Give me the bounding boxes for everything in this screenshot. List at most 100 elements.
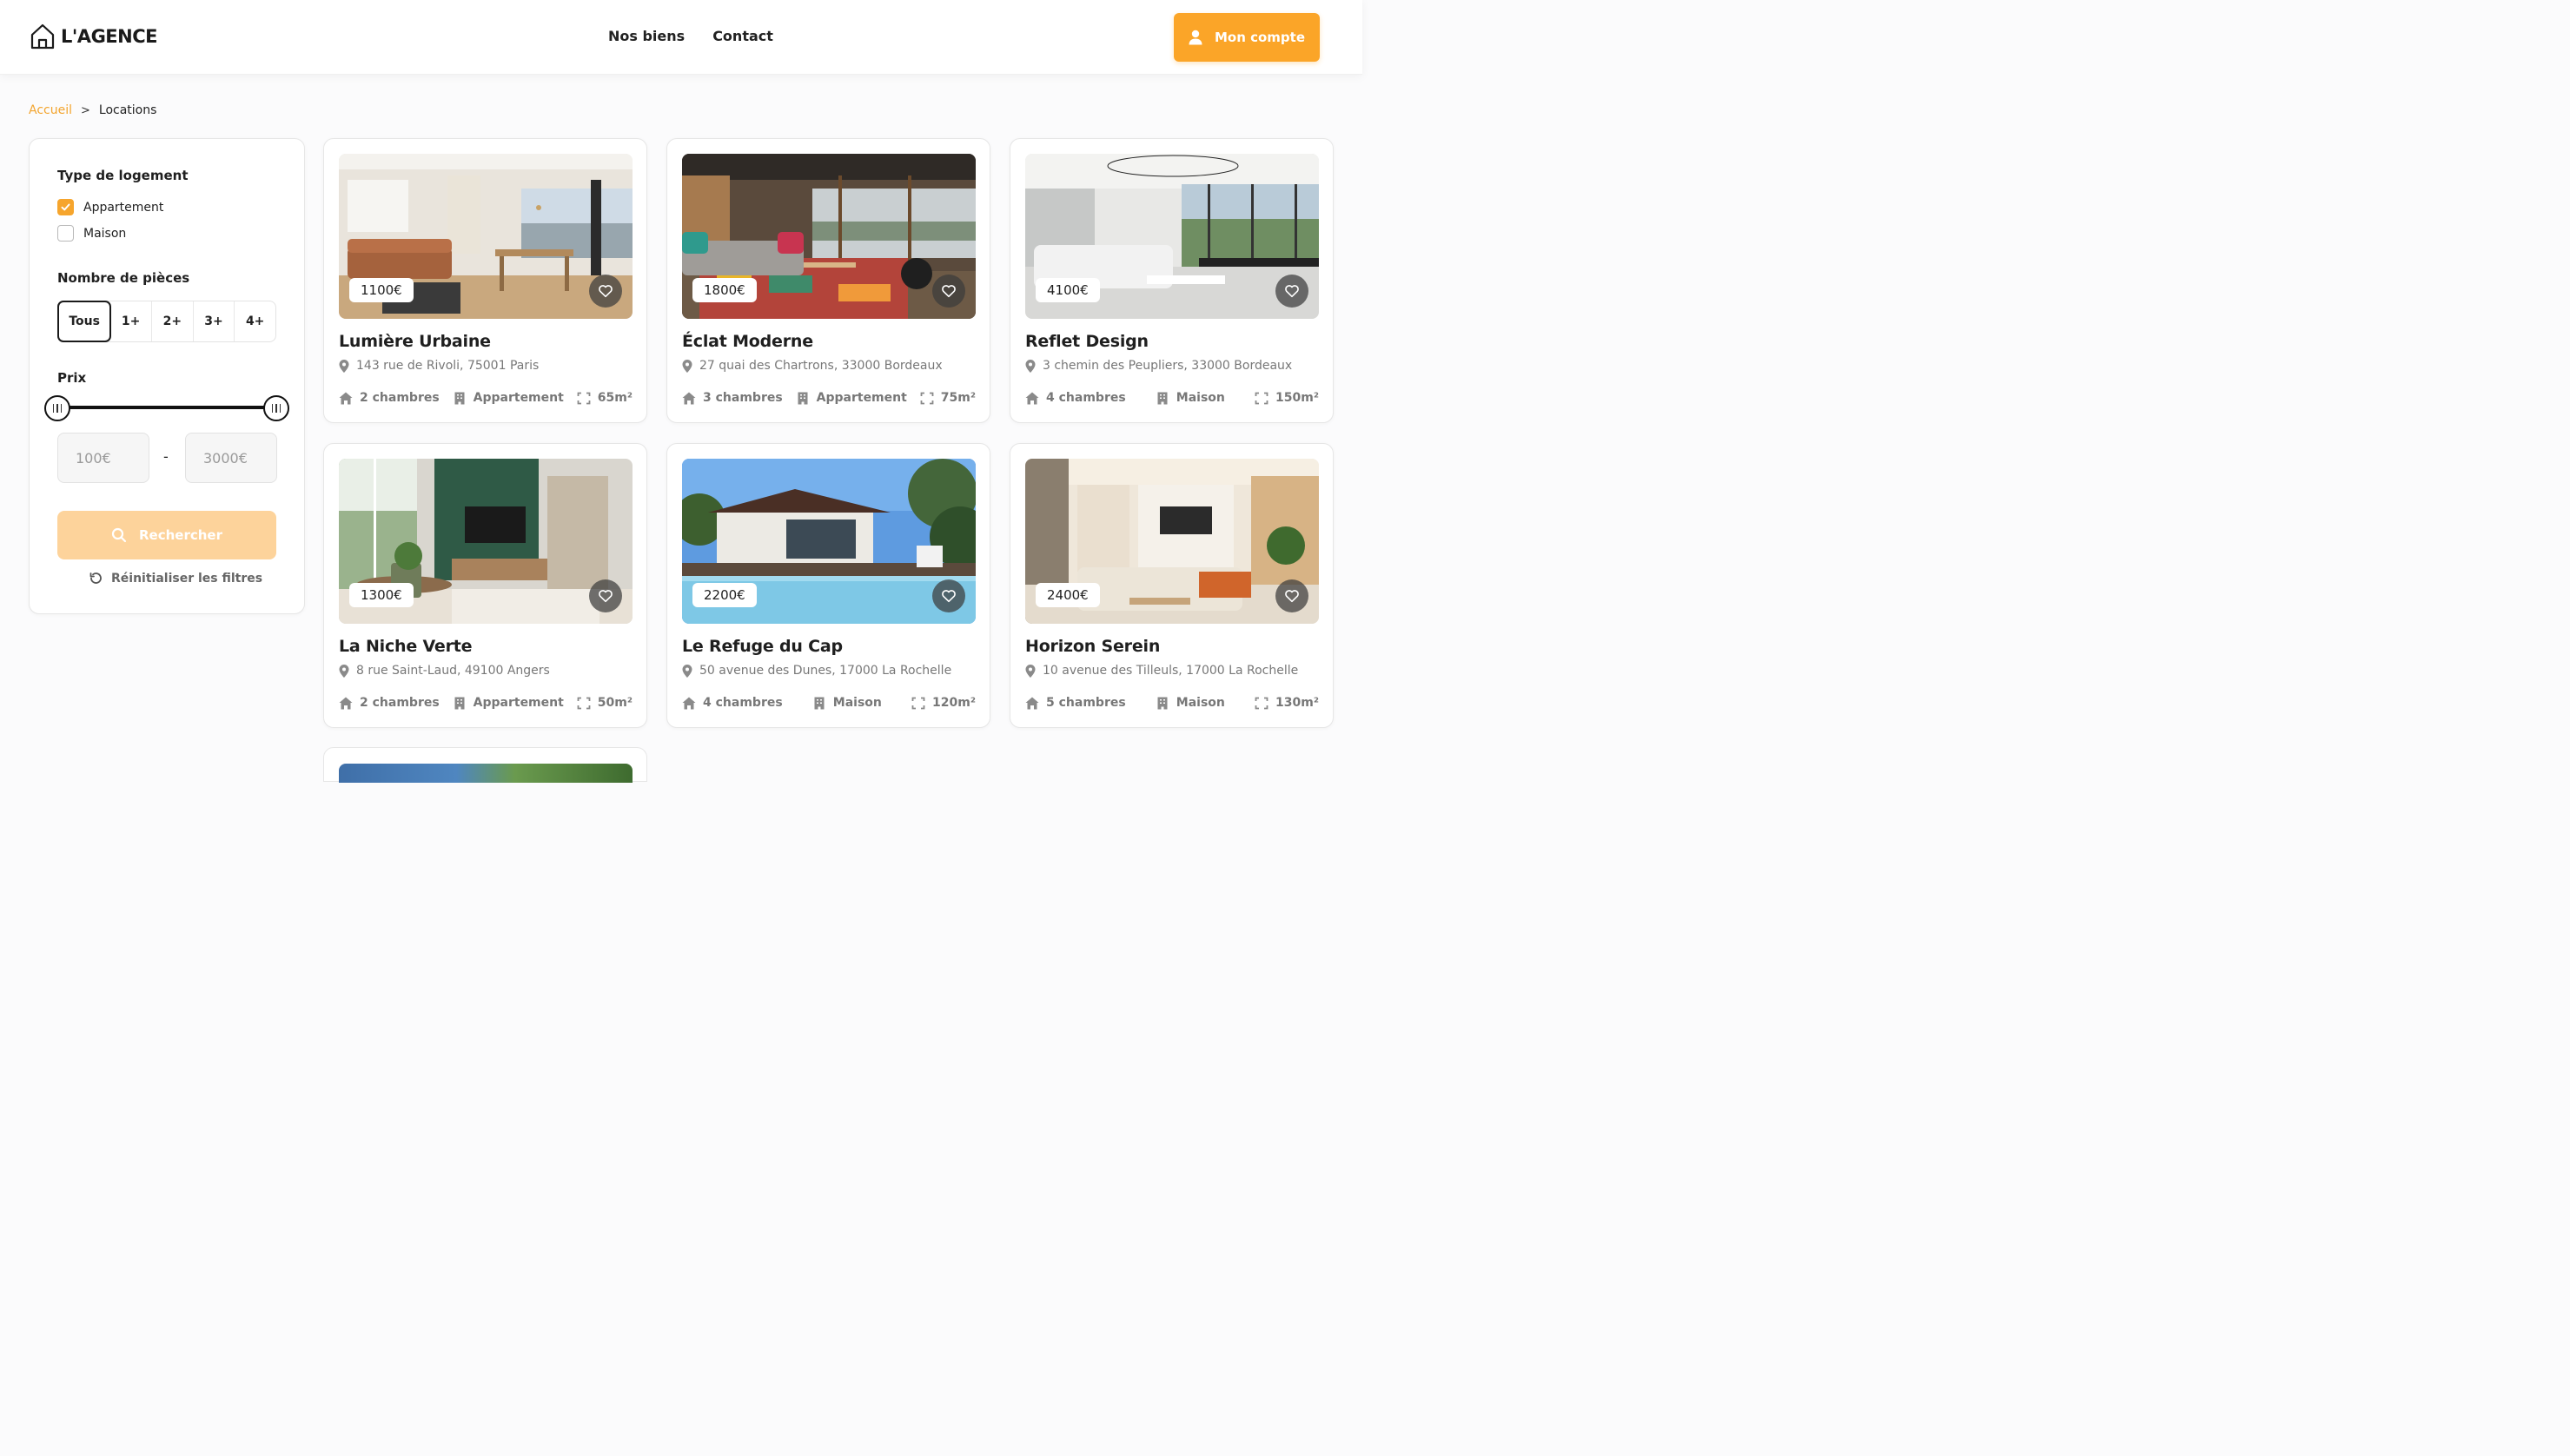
listing-photo[interactable]: 1800€ xyxy=(682,154,976,319)
expand-icon xyxy=(1255,392,1268,404)
favorite-button[interactable] xyxy=(1275,579,1308,612)
nav-link-contact[interactable]: Contact xyxy=(712,28,773,44)
brand-logo[interactable]: L'AGENCE xyxy=(30,23,157,50)
breadcrumb-current: Locations xyxy=(98,103,157,117)
listing-title: Éclat Moderne xyxy=(682,332,813,351)
listing-photo[interactable]: 1100€ xyxy=(339,154,633,319)
price-slider-track[interactable] xyxy=(57,406,276,409)
favorite-button[interactable] xyxy=(932,275,965,308)
listing-title: Lumière Urbaine xyxy=(339,332,491,351)
area-feature: 65m² xyxy=(577,391,633,405)
favorite-button[interactable] xyxy=(1275,275,1308,308)
heart-icon xyxy=(942,285,956,298)
expand-icon xyxy=(920,392,934,404)
listing-photo[interactable] xyxy=(339,764,633,783)
favorite-button[interactable] xyxy=(589,579,622,612)
listing-address-text: 27 quai des Chartrons, 33000 Bordeaux xyxy=(699,359,943,373)
price-badge: 1300€ xyxy=(349,583,414,607)
price-filter-title: Prix xyxy=(57,370,87,386)
nav-link-nos-biens[interactable]: Nos biens xyxy=(608,28,685,44)
type-option-appartement[interactable]: Appartement xyxy=(57,199,163,215)
listing-card[interactable]: 1100€ Lumière Urbaine 143 rue de Rivoli,… xyxy=(323,138,647,423)
bedrooms-text: 2 chambres xyxy=(360,391,440,405)
listing-card[interactable]: 2200€ Le Refuge du Cap 50 avenue des Dun… xyxy=(666,443,990,728)
reset-icon xyxy=(89,572,102,584)
map-pin-icon xyxy=(682,664,692,678)
building-icon xyxy=(454,392,465,404)
checkbox-checked[interactable] xyxy=(57,199,74,215)
bedrooms-feature: 4 chambres xyxy=(1025,391,1126,405)
price-max-input[interactable] xyxy=(185,433,277,483)
listing-features: 4 chambres Maison 150m² xyxy=(1025,391,1319,405)
building-icon xyxy=(1157,392,1168,404)
type-feature: Maison xyxy=(1156,391,1225,405)
favorite-button[interactable] xyxy=(589,275,622,308)
home-icon xyxy=(339,392,353,404)
reset-filters-link[interactable]: Réinitialiser les filtres xyxy=(89,572,262,586)
account-button[interactable]: Mon compte xyxy=(1174,13,1320,62)
rooms-option-4plus[interactable]: 4+ xyxy=(235,301,275,341)
breadcrumb-home-link[interactable]: Accueil xyxy=(29,103,72,117)
rooms-option-tous[interactable]: Tous xyxy=(57,301,112,342)
listing-address-text: 143 rue de Rivoli, 75001 Paris xyxy=(356,359,540,373)
listing-card[interactable]: 1300€ La Niche Verte 8 rue Saint-Laud, 4… xyxy=(323,443,647,728)
heart-icon xyxy=(599,285,613,298)
rooms-option-3plus[interactable]: 3+ xyxy=(194,301,235,341)
grip-icon xyxy=(272,404,281,413)
type-text: Maison xyxy=(1176,696,1225,710)
price-min-input[interactable] xyxy=(57,433,149,483)
price-slider-max-handle[interactable] xyxy=(263,395,289,421)
bedrooms-feature: 3 chambres xyxy=(682,391,783,405)
bedrooms-text: 4 chambres xyxy=(1046,391,1126,405)
reset-filters-label: Réinitialiser les filtres xyxy=(111,572,263,586)
favorite-button[interactable] xyxy=(932,579,965,612)
heart-icon xyxy=(599,590,613,603)
listing-address: 143 rue de Rivoli, 75001 Paris xyxy=(339,359,539,373)
listing-address: 3 chemin des Peupliers, 33000 Bordeaux xyxy=(1025,359,1292,373)
area-feature: 75m² xyxy=(920,391,976,405)
grip-icon xyxy=(53,404,62,413)
search-button[interactable]: Rechercher xyxy=(57,511,276,559)
area-feature: 130m² xyxy=(1255,696,1319,710)
price-slider-min-handle[interactable] xyxy=(44,395,70,421)
listing-card[interactable]: 1800€ Éclat Moderne 27 quai des Chartron… xyxy=(666,138,990,423)
price-badge: 2200€ xyxy=(692,583,757,607)
area-text: 50m² xyxy=(597,696,633,710)
type-feature: Appartement xyxy=(453,391,564,405)
home-icon xyxy=(682,697,696,709)
expand-icon xyxy=(1255,697,1268,709)
checkbox-unchecked[interactable] xyxy=(57,225,74,242)
expand-icon xyxy=(911,697,925,709)
type-feature: Appartement xyxy=(453,696,564,710)
listing-title: La Niche Verte xyxy=(339,637,473,656)
rooms-option-2plus[interactable]: 2+ xyxy=(152,301,194,341)
listing-photo[interactable]: 1300€ xyxy=(339,459,633,624)
map-pin-icon xyxy=(339,359,349,373)
listing-title: Horizon Serein xyxy=(1025,637,1161,656)
bedrooms-feature: 4 chambres xyxy=(682,696,783,710)
type-text: Appartement xyxy=(816,391,907,405)
building-icon xyxy=(798,392,808,404)
check-icon xyxy=(61,203,70,211)
listing-card-partial[interactable] xyxy=(323,747,647,783)
listing-address-text: 3 chemin des Peupliers, 33000 Bordeaux xyxy=(1043,359,1293,373)
listing-card[interactable]: 4100€ Reflet Design 3 chemin des Peuplie… xyxy=(1010,138,1334,423)
type-option-label: Maison xyxy=(83,226,127,241)
map-pin-icon xyxy=(682,359,692,373)
listing-photo[interactable]: 4100€ xyxy=(1025,154,1319,319)
listing-photo[interactable]: 2400€ xyxy=(1025,459,1319,624)
rooms-option-1plus[interactable]: 1+ xyxy=(110,301,152,341)
type-option-maison[interactable]: Maison xyxy=(57,225,126,242)
listing-card[interactable]: 2400€ Horizon Serein 10 avenue des Tille… xyxy=(1010,443,1334,728)
area-feature: 50m² xyxy=(577,696,633,710)
price-badge: 1800€ xyxy=(692,278,757,302)
area-text: 65m² xyxy=(597,391,633,405)
listing-address: 10 avenue des Tilleuls, 17000 La Rochell… xyxy=(1025,664,1298,678)
house-logo-icon xyxy=(30,23,55,50)
area-feature: 120m² xyxy=(911,696,976,710)
listing-photo[interactable]: 2200€ xyxy=(682,459,976,624)
area-text: 130m² xyxy=(1275,696,1319,710)
listing-features: 3 chambres Appartement 75m² xyxy=(682,391,976,405)
price-badge: 2400€ xyxy=(1036,583,1100,607)
bedrooms-feature: 2 chambres xyxy=(339,391,440,405)
